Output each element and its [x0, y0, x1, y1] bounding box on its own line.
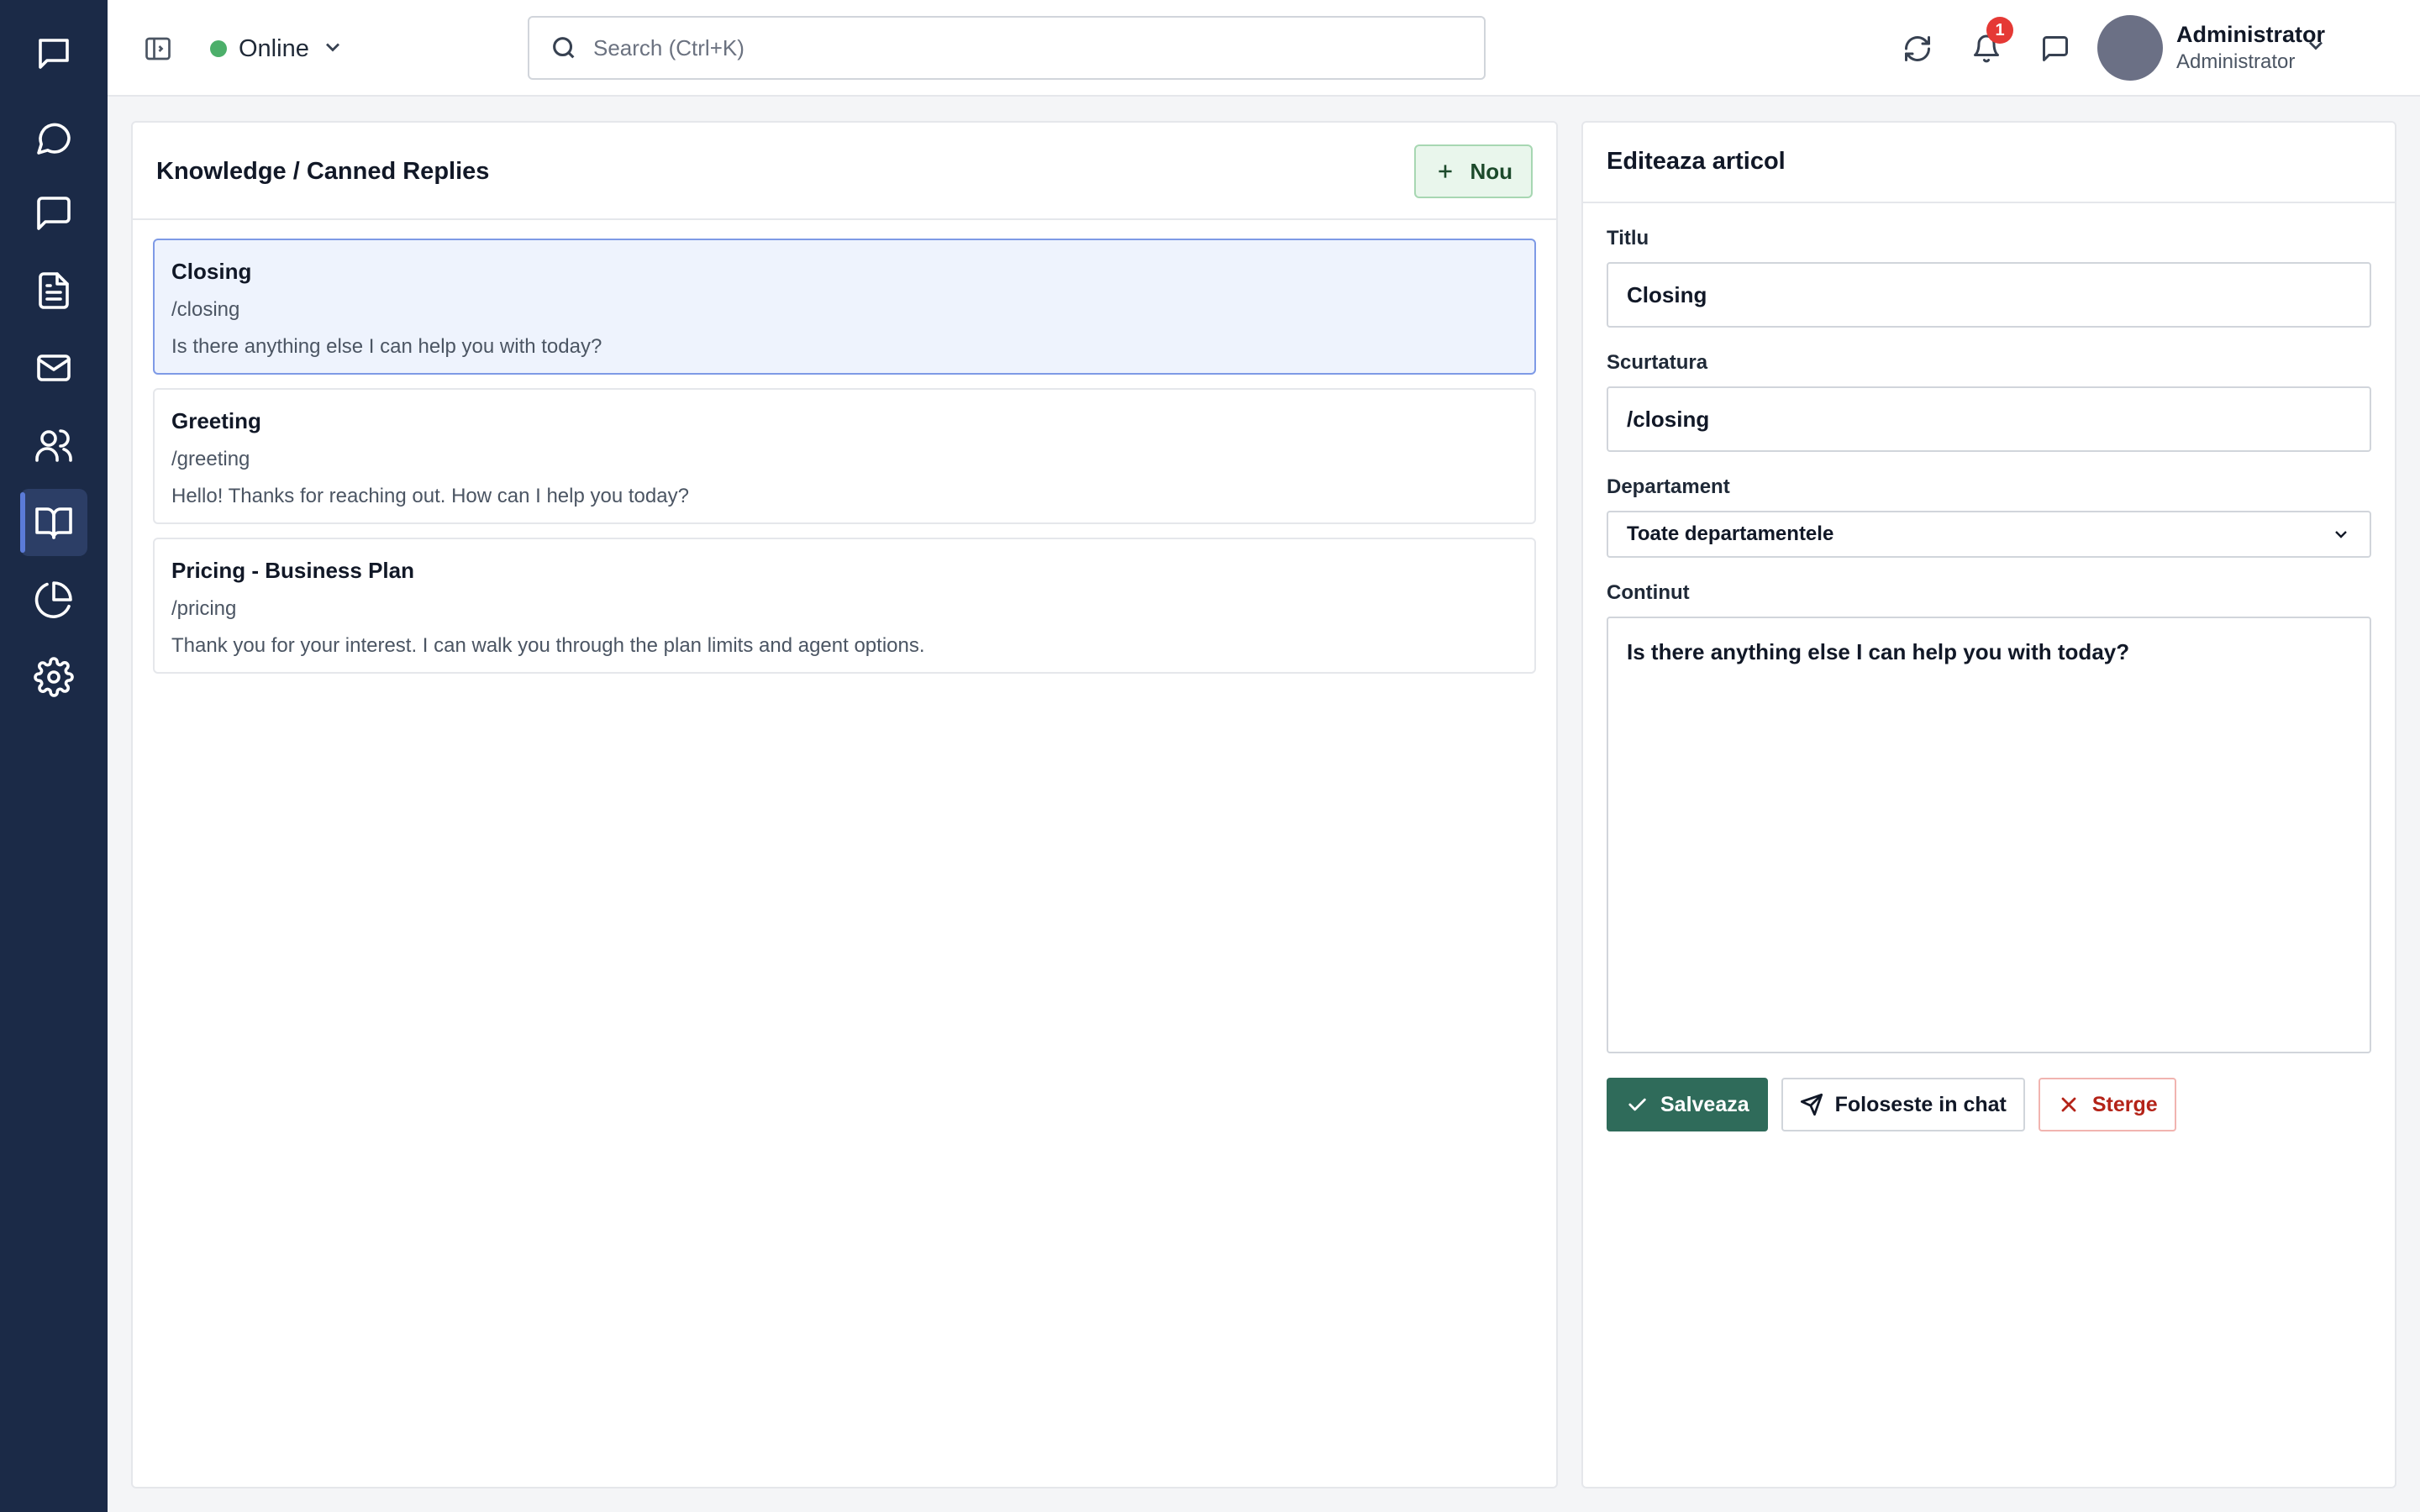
- nav-item-contacts[interactable]: [20, 412, 87, 479]
- use-in-chat-button[interactable]: Foloseste in chat: [1781, 1078, 2025, 1131]
- sidebar-toggle-button[interactable]: [141, 32, 175, 66]
- message-square-icon: [37, 197, 71, 230]
- nav-item-email[interactable]: [20, 334, 87, 402]
- chat-bubble-icon: [37, 123, 71, 155]
- status-dot: [210, 40, 227, 57]
- search-input[interactable]: [593, 34, 1484, 61]
- nav-item-conversations[interactable]: [20, 104, 87, 171]
- new-reply-label: Nou: [1470, 158, 1512, 184]
- panel-header: Knowledge / Canned Replies Nou: [133, 123, 1556, 220]
- editor-title: Editeaza articol: [1607, 148, 1786, 175]
- chat-square-icon: [39, 39, 69, 69]
- user-menu-button[interactable]: [2304, 34, 2328, 61]
- department-select[interactable]: Toate departamentele: [1607, 511, 2371, 558]
- book-open-icon: [35, 507, 72, 539]
- status-selector[interactable]: Online: [210, 30, 345, 67]
- users-icon: [35, 429, 72, 462]
- message-square-icon: [2043, 36, 2068, 61]
- nav-item-documents[interactable]: [20, 257, 87, 324]
- nav-item-messages[interactable]: [20, 180, 87, 247]
- pie-chart-icon: [34, 581, 72, 618]
- user-role: Administrator: [2176, 50, 2296, 73]
- send-icon: [1800, 1093, 1823, 1116]
- chevron-down-icon: [321, 35, 345, 63]
- avatar[interactable]: [2097, 15, 2163, 81]
- sidebar-toggle-icon: [145, 37, 171, 60]
- list-item[interactable]: Greeting /greeting Hello! Thanks for rea…: [153, 388, 1536, 524]
- delete-button[interactable]: Sterge: [2038, 1078, 2176, 1131]
- document-icon: [39, 272, 69, 309]
- search-box[interactable]: [528, 16, 1486, 80]
- top-bar: Online 1 Administrator Administrator: [108, 0, 2420, 97]
- list-item[interactable]: Closing /closing Is there anything else …: [153, 239, 1536, 375]
- edit-article-panel: Editeaza articol Titlu Scurtatura Depart…: [1581, 121, 2396, 1488]
- reply-preview: Hello! Thanks for reaching out. How can …: [171, 485, 689, 507]
- use-in-chat-label: Foloseste in chat: [1834, 1092, 2007, 1116]
- reply-preview: Thank you for your interest. I can walk …: [171, 634, 925, 657]
- reply-title: Pricing - Business Plan: [171, 558, 414, 583]
- chevron-down-icon: [2309, 41, 2323, 50]
- nav-rail: [0, 0, 108, 1512]
- article-form: Titlu Scurtatura Departament Toate depar…: [1607, 227, 2371, 1131]
- reply-title: Greeting: [171, 408, 261, 433]
- chat-button[interactable]: [2035, 29, 2075, 69]
- reply-shortcut: /closing: [171, 298, 240, 321]
- close-icon: [2061, 1097, 2076, 1112]
- chevron-down-icon: [2335, 531, 2347, 538]
- form-actions: Salveaza Foloseste in chat Sterge: [1607, 1078, 2371, 1131]
- list-item[interactable]: Pricing - Business Plan /pricing Thank y…: [153, 538, 1536, 674]
- shortcut-label: Scurtatura: [1607, 351, 1708, 374]
- reply-preview: Is there anything else I can help you wi…: [171, 335, 602, 358]
- nav-item-chats[interactable]: [20, 20, 87, 87]
- search-icon: [553, 37, 575, 59]
- reply-list: Closing /closing Is there anything else …: [153, 239, 1536, 687]
- nav-item-knowledge[interactable]: [20, 489, 87, 556]
- check-icon: [1628, 1098, 1646, 1111]
- plus-icon: [1439, 165, 1453, 178]
- content-field[interactable]: Is there anything else I can help you wi…: [1607, 617, 2371, 1053]
- shortcut-field[interactable]: [1607, 386, 2371, 452]
- delete-label: Sterge: [2091, 1092, 2158, 1116]
- canned-replies-panel: Knowledge / Canned Replies Nou Closing /…: [131, 121, 1558, 1488]
- department-value: Toate departamentele: [1627, 522, 1834, 545]
- save-label: Salveaza: [1660, 1092, 1749, 1116]
- title-field[interactable]: [1607, 262, 2371, 328]
- title-label: Titlu: [1607, 227, 1649, 249]
- user-name: Administrator: [2176, 22, 2326, 47]
- gear-icon: [34, 657, 74, 697]
- content-label: Continut: [1607, 581, 1690, 604]
- nav-item-settings[interactable]: [20, 643, 87, 711]
- save-button[interactable]: Salveaza: [1607, 1078, 1768, 1131]
- refresh-icon: [1905, 36, 1930, 61]
- notifications-button[interactable]: 1: [1966, 17, 2013, 69]
- department-label: Departament: [1607, 475, 1730, 498]
- reply-title: Closing: [171, 259, 252, 284]
- reply-shortcut: /pricing: [171, 597, 237, 620]
- page-title: Knowledge / Canned Replies: [156, 158, 490, 185]
- nav-item-reports[interactable]: [20, 566, 87, 633]
- notification-badge: 1: [1986, 17, 2013, 44]
- panel-header: Editeaza articol: [1583, 123, 2395, 203]
- new-reply-button[interactable]: Nou: [1414, 144, 1533, 198]
- mail-icon: [37, 354, 71, 381]
- reply-shortcut: /greeting: [171, 448, 250, 470]
- status-label: Online: [239, 34, 309, 62]
- refresh-button[interactable]: [1897, 29, 1938, 69]
